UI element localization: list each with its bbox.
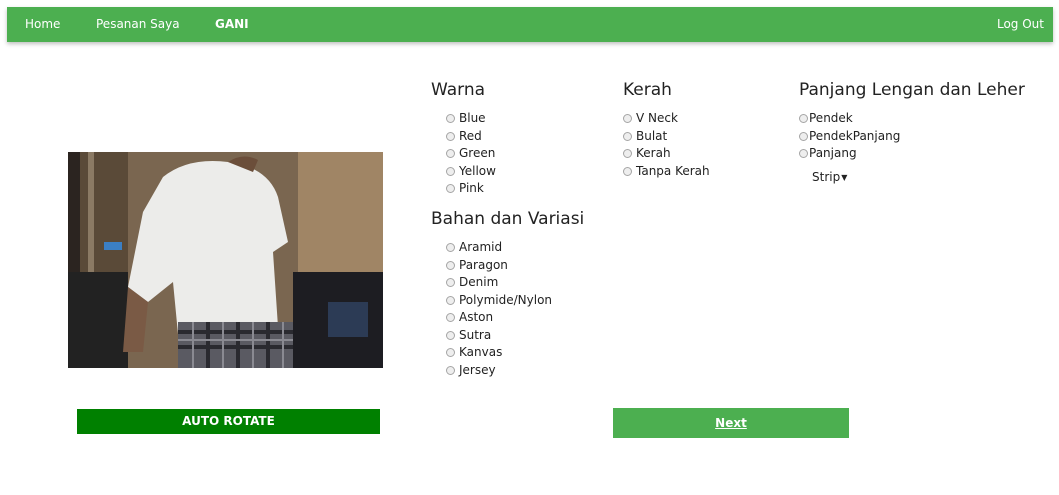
radio-button[interactable] <box>799 131 808 141</box>
shirt-preview-image <box>68 152 383 368</box>
warna-option[interactable]: Green <box>446 145 495 162</box>
radio-button[interactable] <box>623 114 632 123</box>
radio-button[interactable] <box>446 295 455 305</box>
radio-button[interactable] <box>623 149 632 158</box>
option-label: Jersey <box>459 362 496 377</box>
bahan-option[interactable]: Jersey <box>446 362 496 379</box>
radio-button[interactable] <box>446 260 455 270</box>
option-label: Paragon <box>459 257 508 272</box>
kerah-option[interactable]: Kerah <box>623 145 671 162</box>
bahan-option[interactable]: Paragon <box>446 257 508 274</box>
option-label: Pendek <box>809 111 853 125</box>
warna-title: Warna <box>431 80 486 100</box>
bahan-option[interactable]: Aston <box>446 309 493 326</box>
radio-button[interactable] <box>446 114 455 123</box>
top-navbar: Home Pesanan Saya GANI Log Out <box>7 7 1053 42</box>
option-label: Blue <box>459 111 486 125</box>
warna-option[interactable]: Pink <box>446 180 484 197</box>
kerah-option[interactable]: Bulat <box>623 128 667 145</box>
option-label: Aramid <box>459 240 503 254</box>
strip-dropdown-label: Strip <box>812 170 841 184</box>
warna-option[interactable]: Red <box>446 128 482 145</box>
strip-dropdown[interactable]: Strip▼ <box>812 170 847 184</box>
radio-button[interactable] <box>623 166 632 176</box>
bahan-option[interactable]: Sutra <box>446 327 491 344</box>
radio-button[interactable] <box>799 149 808 158</box>
option-label: Tanpa Kerah <box>636 163 710 178</box>
option-label: Panjang <box>809 146 857 160</box>
nav-home-link[interactable]: Home <box>25 7 60 42</box>
nav-orders-link[interactable]: Pesanan Saya <box>96 7 180 42</box>
caret-down-icon: ▼ <box>841 173 848 182</box>
option-label: Green <box>459 146 496 160</box>
radio-button[interactable] <box>446 365 455 375</box>
option-label: Aston <box>459 310 494 324</box>
option-label: V Neck <box>636 111 678 125</box>
radio-button[interactable] <box>446 166 455 176</box>
option-label: Kanvas <box>459 345 503 359</box>
option-label: Yellow <box>459 163 496 178</box>
radio-button[interactable] <box>446 278 455 287</box>
kerah-title: Kerah <box>623 80 672 100</box>
bahan-option[interactable]: Kanvas <box>446 344 502 361</box>
radio-button[interactable] <box>446 243 455 252</box>
product-photo <box>68 152 383 368</box>
option-label: Kerah <box>636 146 671 160</box>
radio-button[interactable] <box>446 131 455 141</box>
nav-user-link[interactable]: GANI <box>215 7 249 42</box>
bahan-option[interactable]: Aramid <box>446 239 502 256</box>
option-label: Red <box>459 128 482 143</box>
radio-button[interactable] <box>446 184 455 193</box>
auto-rotate-button[interactable]: AUTO ROTATE <box>77 409 380 434</box>
option-label: PendekPanjang <box>809 128 901 143</box>
lengan-option[interactable]: PendekPanjang <box>799 128 900 145</box>
lengan-option[interactable]: Panjang <box>799 145 857 162</box>
radio-button[interactable] <box>446 313 455 322</box>
logout-link[interactable]: Log Out <box>997 7 1044 42</box>
kerah-option[interactable]: Tanpa Kerah <box>623 163 710 180</box>
option-label: Denim <box>459 275 499 289</box>
bahan-option[interactable]: Polymide/Nylon <box>446 292 552 309</box>
next-button[interactable]: Next <box>613 408 849 438</box>
bahan-option[interactable]: Denim <box>446 274 498 291</box>
option-label: Polymide/Nylon <box>459 292 553 307</box>
bahan-title: Bahan dan Variasi <box>431 209 585 229</box>
radio-button[interactable] <box>623 131 632 141</box>
option-label: Pink <box>459 181 484 195</box>
lengan-option[interactable]: Pendek <box>799 110 853 127</box>
option-label: Bulat <box>636 128 668 143</box>
radio-button[interactable] <box>446 330 455 340</box>
kerah-option[interactable]: V Neck <box>623 110 678 127</box>
lengan-title: Panjang Lengan dan Leher <box>799 80 1025 100</box>
radio-button[interactable] <box>446 348 455 357</box>
warna-option[interactable]: Blue <box>446 110 486 127</box>
warna-option[interactable]: Yellow <box>446 163 496 180</box>
radio-button[interactable] <box>446 149 455 158</box>
radio-button[interactable] <box>799 114 808 123</box>
option-label: Sutra <box>459 327 492 342</box>
